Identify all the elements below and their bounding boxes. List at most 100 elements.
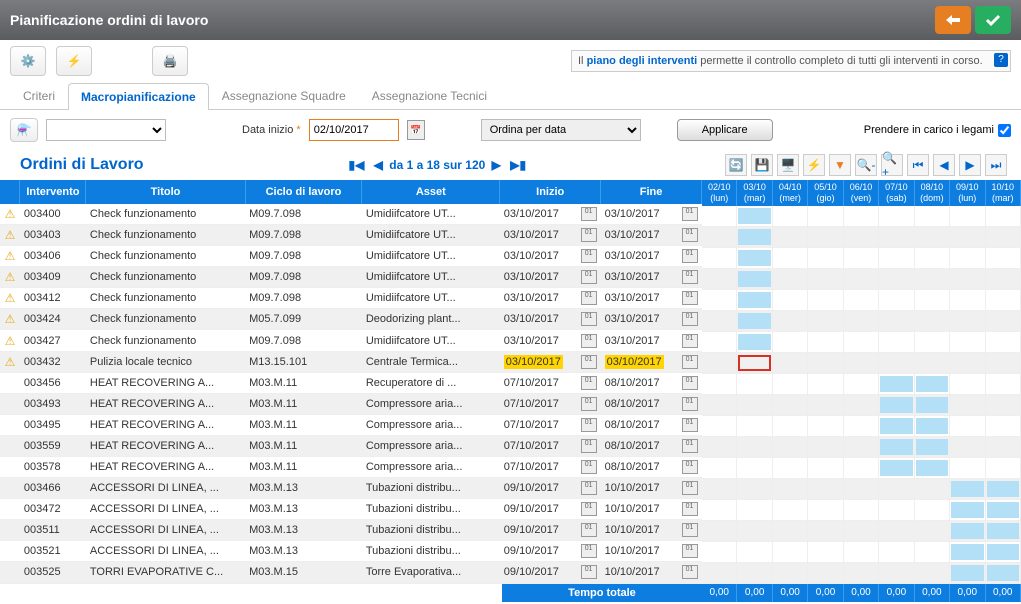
gantt-bar[interactable] [987, 544, 1019, 560]
date-picker-icon[interactable]: 01 [682, 228, 698, 242]
gantt-row[interactable] [702, 311, 1021, 332]
gantt-bar[interactable] [738, 313, 770, 329]
column-header[interactable]: Fine [601, 180, 702, 204]
date-picker-icon[interactable]: 01 [581, 334, 597, 348]
gantt-day-header[interactable]: 06/10(ven) [844, 180, 879, 206]
column-header[interactable]: Asset [362, 180, 500, 204]
table-row[interactable]: 003456HEAT RECOVERING A...M03.M.11Recupe… [0, 372, 702, 393]
table-row[interactable]: 003493HEAT RECOVERING A...M03.M.11Compre… [0, 393, 702, 414]
table-row[interactable]: 003521ACCESSORI DI LINEA, ...M03.M.13Tub… [0, 541, 702, 562]
table-row[interactable]: ⚠003406Check funzionamentoM09.7.098Umidi… [0, 246, 702, 267]
gantt-bar[interactable] [916, 439, 948, 455]
gantt-bar[interactable] [987, 565, 1019, 581]
date-picker-icon[interactable]: 01 [682, 249, 698, 263]
date-picker-icon[interactable]: 01 [581, 376, 597, 390]
gantt-bar[interactable] [738, 208, 770, 224]
gantt-row[interactable] [702, 269, 1021, 290]
warning-toggle[interactable]: ▼ [829, 154, 851, 176]
gantt-row[interactable] [702, 332, 1021, 353]
table-row[interactable]: 003472ACCESSORI DI LINEA, ...M03.M.13Tub… [0, 499, 702, 520]
gantt-bar[interactable] [880, 397, 912, 413]
gantt-row[interactable] [702, 563, 1021, 584]
gantt-row[interactable] [702, 458, 1021, 479]
gantt-bar[interactable] [987, 523, 1019, 539]
gantt-bar[interactable] [916, 460, 948, 476]
zoom-in-button[interactable]: 🔍+ [881, 154, 903, 176]
gantt-bar[interactable] [738, 229, 770, 245]
column-header[interactable]: Intervento [20, 180, 86, 204]
date-picker-icon[interactable]: 01 [682, 291, 698, 305]
gantt-row[interactable] [702, 290, 1021, 311]
gantt-day-header[interactable]: 07/10(sab) [879, 180, 914, 206]
date-picker-icon[interactable]: 01 [682, 523, 698, 537]
date-picker-icon[interactable]: 01 [581, 312, 597, 326]
gantt-bar[interactable] [916, 376, 948, 392]
apply-button[interactable]: Applicare [677, 119, 773, 141]
gantt-row[interactable] [702, 395, 1021, 416]
column-header[interactable]: Inizio [500, 180, 601, 204]
gantt-row[interactable] [702, 437, 1021, 458]
table-row[interactable]: 003495HEAT RECOVERING A...M03.M.11Compre… [0, 414, 702, 435]
filter-funnel-button[interactable]: ⚗️ [10, 118, 38, 142]
back-button[interactable] [935, 6, 971, 34]
gantt-bar[interactable] [916, 418, 948, 434]
gantt-bar[interactable] [880, 460, 912, 476]
date-picker-icon[interactable]: 01 [581, 481, 597, 495]
gantt-row[interactable] [702, 353, 1021, 374]
confirm-button[interactable] [975, 6, 1011, 34]
table-row[interactable]: ⚠003432Pulizia locale tecnicoM13.15.101C… [0, 351, 702, 372]
column-header[interactable]: Titolo [86, 180, 245, 204]
date-picker-icon[interactable]: 01 [581, 207, 597, 221]
table-row[interactable]: 003525TORRI EVAPORATIVE C...M03.M.15Torr… [0, 562, 702, 583]
date-picker-icon[interactable]: 01 [581, 565, 597, 579]
gantt-bar[interactable] [951, 502, 983, 518]
date-picker-icon[interactable]: 01 [682, 502, 698, 516]
gantt-bar[interactable] [738, 292, 770, 308]
gantt-bar[interactable] [738, 250, 770, 266]
gantt-day-header[interactable]: 04/10(mer) [773, 180, 808, 206]
help-icon[interactable]: ? [994, 53, 1008, 67]
screen-button[interactable]: 🖥️ [777, 154, 799, 176]
pager-next[interactable]: ▶ [489, 158, 504, 172]
date-picker-icon[interactable]: 01 [581, 270, 597, 284]
date-picker-icon[interactable]: 01 [682, 334, 698, 348]
pager-first[interactable]: ▮◀ [345, 158, 367, 172]
tab-criteri[interactable]: Criteri [10, 82, 68, 109]
nav-first[interactable]: ⏮ [907, 154, 929, 176]
gantt-day-header[interactable]: 10/10(mar) [986, 180, 1021, 206]
table-row[interactable]: ⚠003403Check funzionamentoM09.7.098Umidi… [0, 225, 702, 246]
tab-assegnazione-squadre[interactable]: Assegnazione Squadre [209, 82, 359, 109]
date-picker-icon[interactable]: 01 [581, 502, 597, 516]
refresh-button[interactable]: 🔄 [725, 154, 747, 176]
date-picker-icon[interactable]: 01 [682, 481, 698, 495]
date-start-input[interactable] [309, 119, 399, 141]
date-picker-icon[interactable]: 01 [581, 397, 597, 411]
nav-last[interactable]: ⏭ [985, 154, 1007, 176]
gantt-row[interactable] [702, 479, 1021, 500]
date-picker-icon[interactable]: 01 [682, 544, 698, 558]
date-picker-icon[interactable]: 01 [581, 291, 597, 305]
gantt-row[interactable] [702, 500, 1021, 521]
date-picker-icon[interactable]: 01 [581, 355, 597, 369]
gantt-bar[interactable] [951, 481, 983, 497]
tab-macropianificazione[interactable]: Macropianificazione [68, 83, 209, 110]
date-picker-icon[interactable]: 01 [682, 397, 698, 411]
legami-checkbox[interactable] [998, 124, 1011, 137]
date-picker-icon[interactable]: 01 [682, 460, 698, 474]
table-row[interactable]: ⚠003412Check funzionamentoM09.7.098Umidi… [0, 288, 702, 309]
gantt-bar[interactable] [951, 565, 983, 581]
gantt-bar[interactable] [738, 334, 770, 350]
date-picker-icon[interactable]: 01 [581, 439, 597, 453]
date-picker-icon[interactable]: 01 [682, 418, 698, 432]
gantt-bar[interactable] [951, 523, 983, 539]
gantt-row[interactable] [702, 206, 1021, 227]
gantt-bar[interactable] [738, 271, 770, 287]
date-picker-icon[interactable]: 01 [682, 207, 698, 221]
gantt-bar[interactable] [738, 355, 770, 371]
pager-last[interactable]: ▶▮ [507, 158, 529, 172]
gantt-row[interactable] [702, 416, 1021, 437]
gantt-bar[interactable] [880, 439, 912, 455]
table-row[interactable]: 003466ACCESSORI DI LINEA, ...M03.M.13Tub… [0, 478, 702, 499]
table-row[interactable]: 003511ACCESSORI DI LINEA, ...M03.M.13Tub… [0, 520, 702, 541]
gantt-row[interactable] [702, 542, 1021, 563]
